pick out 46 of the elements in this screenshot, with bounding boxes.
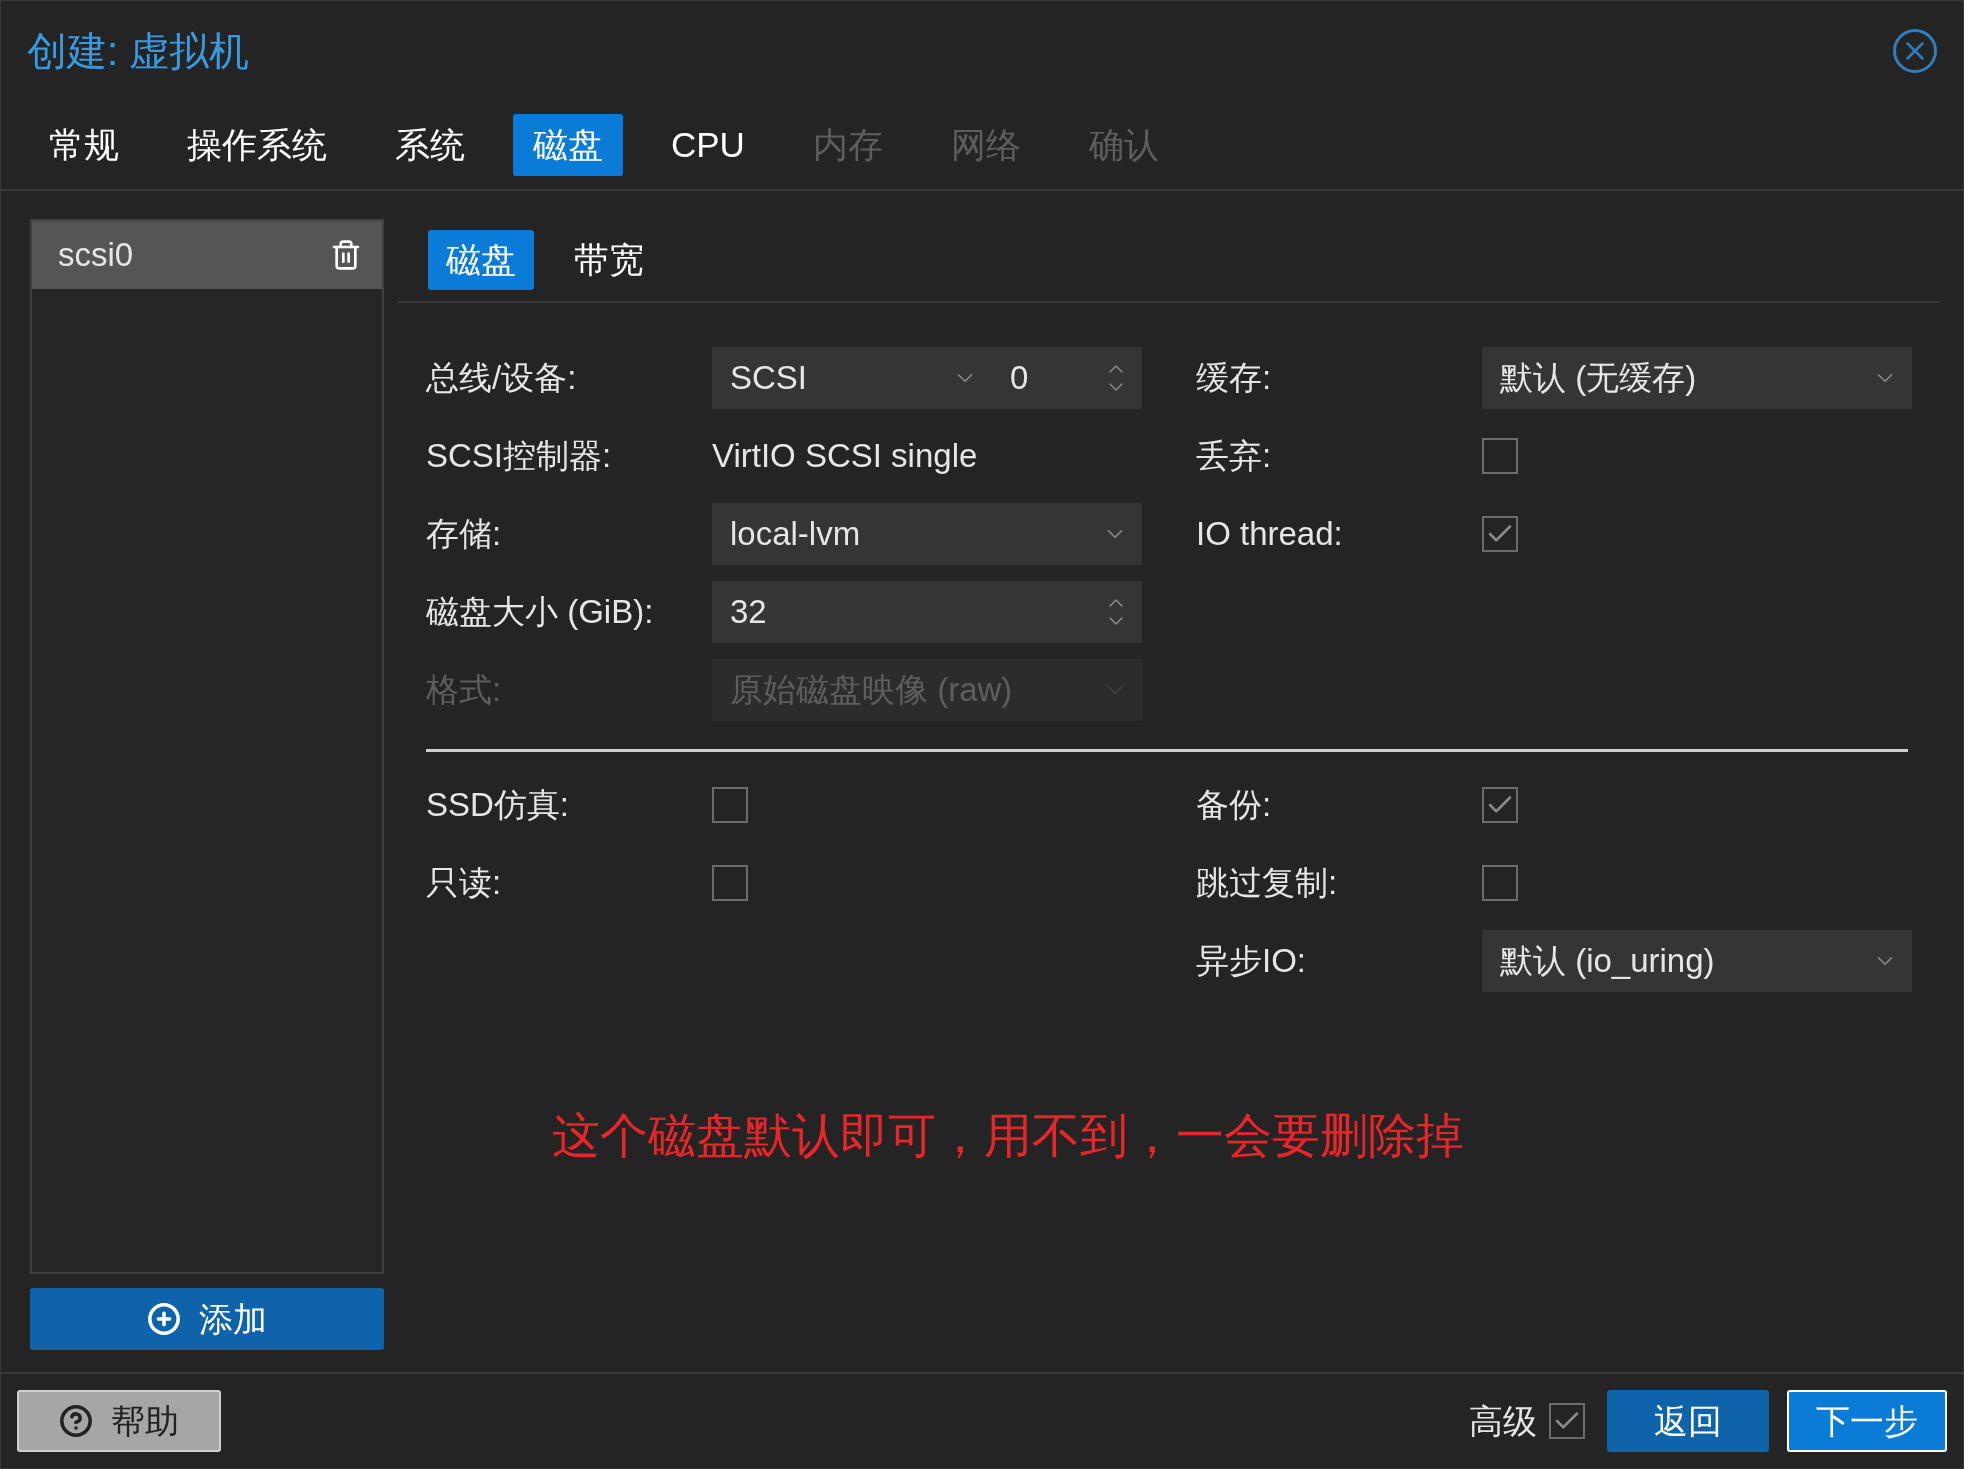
field-label: 总线/设备: <box>426 358 578 399</box>
field-label: 磁盘大小 (GiB): <box>426 592 655 633</box>
window-title: 创建: 虚拟机 <box>27 28 250 75</box>
tab[interactable]: CPU <box>651 114 765 176</box>
field-label: 异步IO: <box>1196 941 1307 982</box>
checkbox[interactable] <box>712 865 748 901</box>
field-label: 只读: <box>426 863 503 904</box>
annotation-text: 这个磁盘默认即可，用不到，一会要删除掉 <box>552 1108 1464 1164</box>
sub-tab[interactable]: 磁盘 <box>428 230 534 290</box>
tab[interactable]: 操作系统 <box>167 114 347 176</box>
field-label: 备份: <box>1196 785 1273 826</box>
trash-icon[interactable] <box>330 239 362 271</box>
close-button[interactable] <box>1893 29 1937 73</box>
checkbox[interactable] <box>1482 787 1518 823</box>
number-field[interactable]: 32 <box>712 581 1142 643</box>
field-label: 缓存: <box>1196 358 1273 399</box>
next-button[interactable]: 下一步 <box>1787 1390 1947 1452</box>
checkbox[interactable] <box>1482 865 1518 901</box>
bus-select[interactable]: SCSI <box>712 347 992 409</box>
field-value: VirtIO SCSI single <box>712 436 978 477</box>
field-label: 跳过复制: <box>1196 863 1339 904</box>
help-button[interactable]: 帮助 <box>17 1390 221 1452</box>
select-field[interactable]: 默认 (无缓存) <box>1482 347 1912 409</box>
checkbox[interactable] <box>712 787 748 823</box>
field-label: 存储: <box>426 514 503 555</box>
advanced-label: 高级 <box>1469 1400 1537 1442</box>
add-button[interactable]: 添加 <box>30 1288 384 1350</box>
field-label: 丢弃: <box>1196 436 1273 477</box>
tab[interactable]: 系统 <box>375 114 485 176</box>
tab[interactable]: 磁盘 <box>513 114 623 176</box>
select-field[interactable]: 默认 (io_uring) <box>1482 930 1912 992</box>
advanced-checkbox[interactable] <box>1549 1403 1585 1439</box>
checkbox[interactable] <box>1482 516 1518 552</box>
help-icon <box>59 1404 93 1438</box>
back-button[interactable]: 返回 <box>1607 1390 1769 1452</box>
field-label: IO thread: <box>1196 514 1344 555</box>
checkbox[interactable] <box>1482 438 1518 474</box>
device-spinner[interactable]: 0 <box>992 347 1142 409</box>
field-label: 格式: <box>426 670 503 711</box>
field-label: SCSI控制器: <box>426 436 613 477</box>
disk-list-item[interactable]: scsi0 <box>32 221 382 289</box>
plus-icon <box>147 1302 181 1336</box>
field-label: SSD仿真: <box>426 785 571 826</box>
sub-tab[interactable]: 带宽 <box>556 230 662 290</box>
select-field[interactable]: local-lvm <box>712 503 1142 565</box>
tab[interactable]: 常规 <box>29 114 139 176</box>
